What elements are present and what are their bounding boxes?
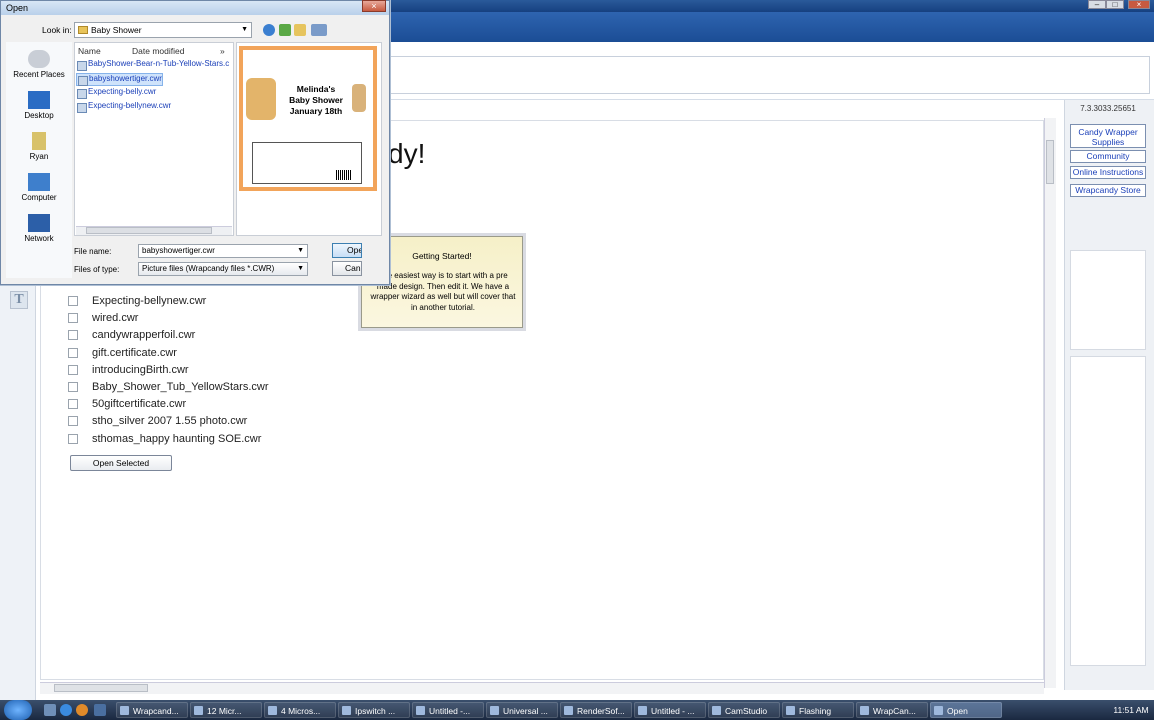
barcode-icon xyxy=(336,170,352,180)
taskbar-item[interactable]: Untitled -... xyxy=(412,702,484,718)
file-list-item[interactable]: stho_silver 2007 1.55 photo.cwr xyxy=(68,412,247,429)
column-header-name[interactable]: Name xyxy=(78,46,101,56)
folder-icon xyxy=(78,26,88,34)
checkbox[interactable] xyxy=(68,295,78,306)
taskbar-item[interactable]: Flashing xyxy=(782,702,854,718)
horizontal-scrollbar[interactable] xyxy=(40,682,1044,694)
recent-places-icon xyxy=(28,50,50,68)
dialog-title-bar xyxy=(1,1,389,15)
checkbox[interactable] xyxy=(68,415,78,426)
checkbox[interactable] xyxy=(68,347,78,358)
taskbar-item[interactable]: Wrapcand... xyxy=(116,702,188,718)
app-icon[interactable] xyxy=(94,704,106,716)
clock[interactable]: 11:51 AM xyxy=(1108,700,1154,720)
browser-icon[interactable] xyxy=(60,704,72,716)
view-menu-icon[interactable] xyxy=(311,24,327,36)
place-ryan[interactable]: Ryan xyxy=(8,132,70,161)
taskbar-item[interactable]: 4 Micros... xyxy=(264,702,336,718)
file-name-label: File name: xyxy=(74,247,112,256)
text-tool-icon[interactable]: T xyxy=(10,291,28,309)
column-header-more[interactable]: » xyxy=(220,46,225,56)
canvas-heading: dy! xyxy=(388,138,426,169)
place-recent-places[interactable]: Recent Places xyxy=(8,50,70,79)
place-computer[interactable]: Computer xyxy=(8,173,70,202)
start-button[interactable] xyxy=(4,700,32,720)
minimize-button[interactable]: – xyxy=(1088,0,1106,9)
file-list-item[interactable]: Baby_Shower_Tub_YellowStars.cwr xyxy=(68,378,269,395)
desktop-icon xyxy=(28,91,50,109)
back-icon[interactable] xyxy=(263,24,275,36)
up-folder-icon[interactable] xyxy=(279,24,291,36)
computer-icon xyxy=(28,173,50,191)
firefox-icon[interactable] xyxy=(76,704,88,716)
user-folder-icon xyxy=(32,132,46,150)
network-icon xyxy=(28,214,50,232)
file-type-label: Files of type: xyxy=(74,265,120,274)
dialog-file-item[interactable]: Expecting-bellynew.cwr xyxy=(76,101,171,114)
link-online-instructions[interactable]: Online Instructions xyxy=(1070,166,1146,179)
file-name-input[interactable]: babyshowertiger.cwr ▼ xyxy=(138,244,308,258)
checkbox[interactable] xyxy=(68,329,78,340)
file-list-item[interactable]: introducingBirth.cwr xyxy=(68,361,189,378)
file-list-item[interactable]: sthomas_happy haunting SOE.cwr xyxy=(68,430,261,447)
file-type-select[interactable]: Picture files (Wrapcandy files *.CWR) ▼ xyxy=(138,262,308,276)
cancel-button[interactable]: Cancel xyxy=(332,261,362,276)
show-desktop-icon[interactable] xyxy=(44,704,56,716)
file-list-item[interactable]: wired.cwr xyxy=(68,309,138,326)
link-candy-wrapper-supplies[interactable]: Candy Wrapper Supplies xyxy=(1070,124,1146,148)
look-in-dropdown[interactable]: Baby Shower ▼ xyxy=(74,22,252,38)
close-button[interactable]: × xyxy=(1128,0,1150,9)
file-list-item[interactable]: candywrapperfoil.cwr xyxy=(68,326,195,343)
side-box xyxy=(1070,356,1146,666)
file-list-item[interactable]: 50giftcertificate.cwr xyxy=(68,395,186,412)
place-network[interactable]: Network xyxy=(8,214,70,243)
checkbox[interactable] xyxy=(68,364,78,375)
taskbar-item[interactable]: 12 Micr... xyxy=(190,702,262,718)
open-button[interactable]: Open xyxy=(332,243,362,258)
ribbon-panel xyxy=(390,56,1150,94)
horizontal-scroll-thumb[interactable] xyxy=(54,684,148,692)
vertical-scrollbar[interactable] xyxy=(1044,118,1056,688)
preview-title: Melinda's Baby Shower January 18th xyxy=(289,84,343,116)
taskbar-item-active[interactable]: Open xyxy=(930,702,1002,718)
taskbar-item[interactable]: Universal ... xyxy=(486,702,558,718)
file-list-item[interactable]: gift.certificate.cwr xyxy=(68,344,177,361)
app-header-band xyxy=(390,12,1154,42)
dialog-file-item-selected[interactable]: babyshowertiger.cwr xyxy=(76,73,163,86)
checkbox[interactable] xyxy=(68,381,78,392)
column-header-date[interactable]: Date modified xyxy=(132,46,184,56)
chevron-down-icon: ▼ xyxy=(297,247,304,254)
version-label: 7.3.3033.25651 xyxy=(1080,104,1136,113)
dialog-file-item[interactable]: BabyShower-Bear-n-Tub-Yellow-Stars.c xyxy=(76,59,229,72)
chevron-down-icon: ▼ xyxy=(241,26,248,33)
dialog-close-button[interactable]: × xyxy=(362,0,386,12)
file-list-scroll-thumb[interactable] xyxy=(86,227,212,234)
checkbox[interactable] xyxy=(68,398,78,409)
checkbox[interactable] xyxy=(68,433,78,444)
dialog-file-item[interactable]: Expecting-belly.cwr xyxy=(76,87,156,100)
new-folder-icon[interactable] xyxy=(294,24,306,36)
giraffe-image xyxy=(246,78,276,120)
tooltip-body: The easiest way is to start with a pre m… xyxy=(370,271,516,312)
dialog-title: Open xyxy=(6,3,29,13)
place-desktop[interactable]: Desktop xyxy=(8,91,70,120)
taskbar-item[interactable]: CamStudio xyxy=(708,702,780,718)
taskbar-item[interactable]: RenderSof... xyxy=(560,702,632,718)
vertical-scroll-thumb[interactable] xyxy=(1046,140,1054,184)
taskbar-item[interactable]: WrapCan... xyxy=(856,702,928,718)
taskbar-item[interactable]: Ipswitch ... xyxy=(338,702,410,718)
taskbar-item[interactable]: Untitled - ... xyxy=(634,702,706,718)
file-list-item[interactable]: Expecting-bellynew.cwr xyxy=(68,292,206,309)
chevron-down-icon: ▼ xyxy=(297,265,304,272)
side-box xyxy=(1070,250,1146,350)
open-selected-button[interactable]: Open Selected xyxy=(70,455,172,471)
checkbox[interactable] xyxy=(68,312,78,323)
look-in-label: Look in: xyxy=(42,25,72,35)
maximize-button[interactable]: □ xyxy=(1106,0,1124,9)
tool-strip xyxy=(0,285,36,700)
link-wrapcandy-store[interactable]: Wrapcandy Store xyxy=(1070,184,1146,197)
link-community[interactable]: Community xyxy=(1070,150,1146,163)
